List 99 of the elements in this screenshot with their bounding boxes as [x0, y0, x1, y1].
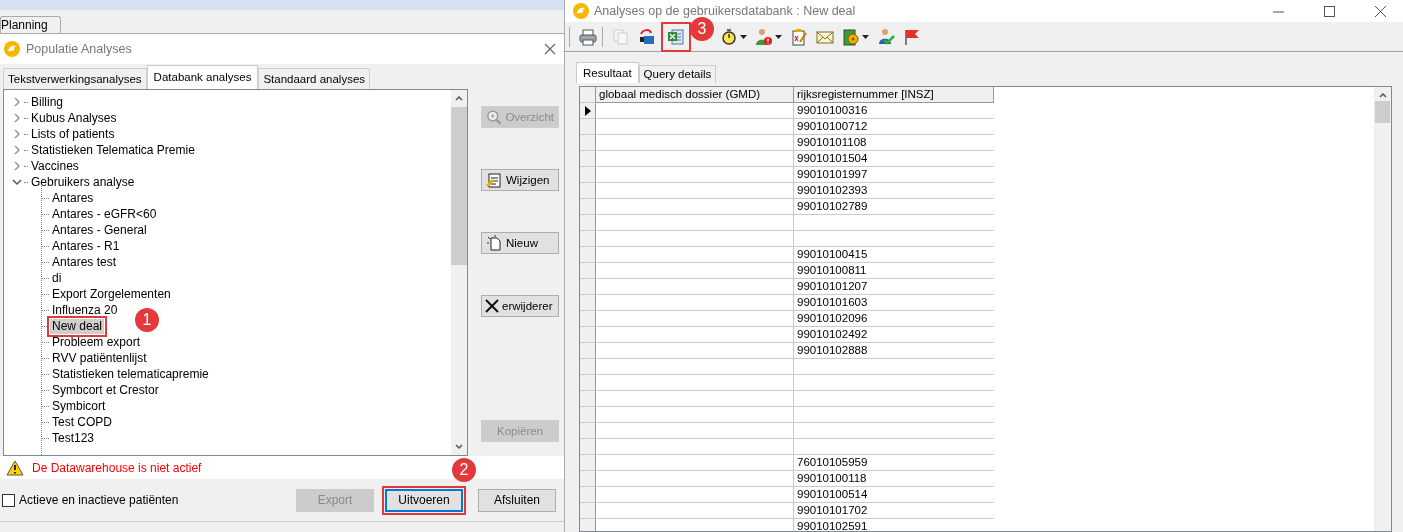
table-cell: 99010100118	[794, 471, 994, 487]
tree-item[interactable]: Vaccines	[29, 158, 81, 174]
tree-item[interactable]: di	[50, 270, 64, 286]
dropdown-arrow-icon	[740, 34, 747, 39]
tree-item[interactable]: Statistieken telematicapremie	[50, 366, 211, 382]
tree-item[interactable]: Export Zorgelementen	[50, 286, 173, 302]
chevron-down-icon[interactable]	[12, 177, 22, 187]
tree-item[interactable]: Symbicort	[50, 398, 108, 414]
side-button[interactable]: Wijzigen	[481, 169, 559, 191]
side-button[interactable]: Nieuw	[481, 232, 559, 254]
tab[interactable]: Databank analyses	[146, 65, 259, 89]
table-cell: 99010102888	[794, 343, 994, 359]
corner-cell	[580, 87, 596, 103]
column-header[interactable]: rijksregisternummer [INSZ]	[794, 87, 994, 103]
scrollbar[interactable]	[451, 90, 467, 455]
person-check-icon	[877, 27, 895, 46]
tree-item[interactable]: Antares - R1	[50, 238, 122, 254]
gear-book-icon	[842, 27, 860, 46]
chevron-down-icon	[454, 442, 464, 452]
table-cell: 99010100712	[794, 119, 994, 135]
row-indicator[interactable]	[580, 103, 596, 119]
printer-icon	[579, 27, 597, 46]
clipboard-edit-icon	[790, 27, 808, 46]
tab[interactable]: Resultaat	[576, 62, 639, 83]
window-title: Populatie Analyses	[26, 42, 133, 56]
dropdown-arrow-icon	[775, 34, 782, 39]
column-header[interactable]: globaal medisch dossier (GMD)	[596, 87, 794, 103]
close-icon	[544, 43, 556, 55]
scrollbar[interactable]	[1374, 87, 1391, 531]
current-row-icon	[584, 105, 591, 116]
app-logo-icon	[573, 3, 589, 19]
tree-item[interactable]: Symbcort et Crestor	[50, 382, 161, 398]
maximize-icon[interactable]	[1323, 5, 1335, 17]
warning-message: De Datawarehouse is niet actief	[32, 460, 202, 475]
flag-icon	[903, 27, 921, 46]
cross-icon	[484, 298, 500, 314]
scrollbar-thumb[interactable]	[1375, 101, 1390, 123]
scrollbar-thumb[interactable]	[451, 107, 467, 265]
table-cell: 99010101702	[794, 503, 994, 519]
person-alert-icon	[755, 27, 773, 46]
table-cell: 99010102393	[794, 183, 994, 199]
table-cell: 99010101603	[794, 295, 994, 311]
dialog-button[interactable]: Afsluiten	[478, 488, 556, 512]
chevron-right-icon[interactable]	[12, 97, 22, 107]
dialog-button[interactable]: Uitvoeren	[385, 488, 463, 512]
table-cell: 99010102591	[794, 519, 994, 531]
tree-item[interactable]: Statistieken Telematica Premie	[29, 142, 197, 158]
new-document-icon	[486, 235, 502, 251]
tree-item[interactable]: Antares - eGFR<60	[50, 206, 159, 222]
chevron-right-icon[interactable]	[12, 113, 22, 123]
checkbox-label: Actieve en inactieve patiënten	[19, 493, 180, 507]
planning-tab[interactable]: Planning	[0, 16, 61, 33]
table-cell: 99010100514	[794, 487, 994, 503]
tree-item[interactable]: Antares test	[50, 254, 119, 270]
chevron-up-icon	[1377, 91, 1388, 99]
copy-icon	[612, 27, 630, 46]
tree-item[interactable]: Test COPD	[50, 414, 114, 430]
side-button[interactable]: erwijderer	[481, 295, 559, 317]
table-cell: 99010100316	[794, 103, 994, 119]
tab[interactable]: Standaard analyses	[258, 68, 371, 89]
tree-item[interactable]: New deal	[50, 318, 105, 334]
warning-icon	[6, 459, 24, 476]
table-cell: 99010101504	[794, 151, 994, 167]
table-cell: 99010100811	[794, 263, 994, 279]
spreadsheet-icon	[667, 27, 685, 46]
dropdown-arrow-icon	[862, 34, 869, 39]
chevron-right-icon[interactable]	[12, 161, 22, 171]
close-icon[interactable]	[1374, 5, 1386, 17]
table-cell: 99010102789	[794, 199, 994, 215]
magnifier-icon	[486, 109, 502, 125]
table-cell: 99010102096	[794, 311, 994, 327]
tree-item[interactable]: Probleem export	[50, 334, 143, 350]
tree-item[interactable]: Antares	[50, 190, 96, 206]
table-cell: 99010101108	[794, 135, 994, 151]
table-cell: 99010100415	[794, 247, 994, 263]
chevron-right-icon[interactable]	[12, 129, 22, 139]
window-title: Analyses op de gebruikersdatabank : New deal	[594, 4, 857, 18]
table-cell: 99010102492	[794, 327, 994, 343]
clipboard-pencil-icon	[486, 172, 502, 188]
tree-item[interactable]: Billing	[29, 94, 65, 110]
tree-item[interactable]: Gebruikers analyse	[29, 174, 137, 190]
tree-item[interactable]: Antares - General	[50, 222, 149, 238]
tab[interactable]: Tekstverwerkingsanalyses	[3, 68, 147, 89]
app-logo-icon	[4, 41, 20, 57]
tree-item[interactable]: RVV patiëntenlijst	[50, 350, 149, 366]
tree-item[interactable]: Kubus Analyses	[29, 110, 119, 126]
chevron-up-icon	[454, 93, 464, 103]
tree-item[interactable]: Lists of patients	[29, 126, 117, 142]
checkbox[interactable]	[2, 493, 15, 507]
table-cell: 99010101207	[794, 279, 994, 295]
table-cell: 76010105959	[794, 455, 994, 471]
table-cell: 99010101997	[794, 167, 994, 183]
tab[interactable]: Query details	[638, 65, 717, 83]
tree-item[interactable]: Influenza 20	[50, 302, 120, 318]
chevron-right-icon[interactable]	[12, 145, 22, 155]
stopwatch-icon	[720, 27, 738, 46]
arrow-device-icon	[638, 27, 656, 46]
tree-item[interactable]: Test123	[50, 430, 97, 446]
annotation-badge: 1	[135, 307, 160, 332]
